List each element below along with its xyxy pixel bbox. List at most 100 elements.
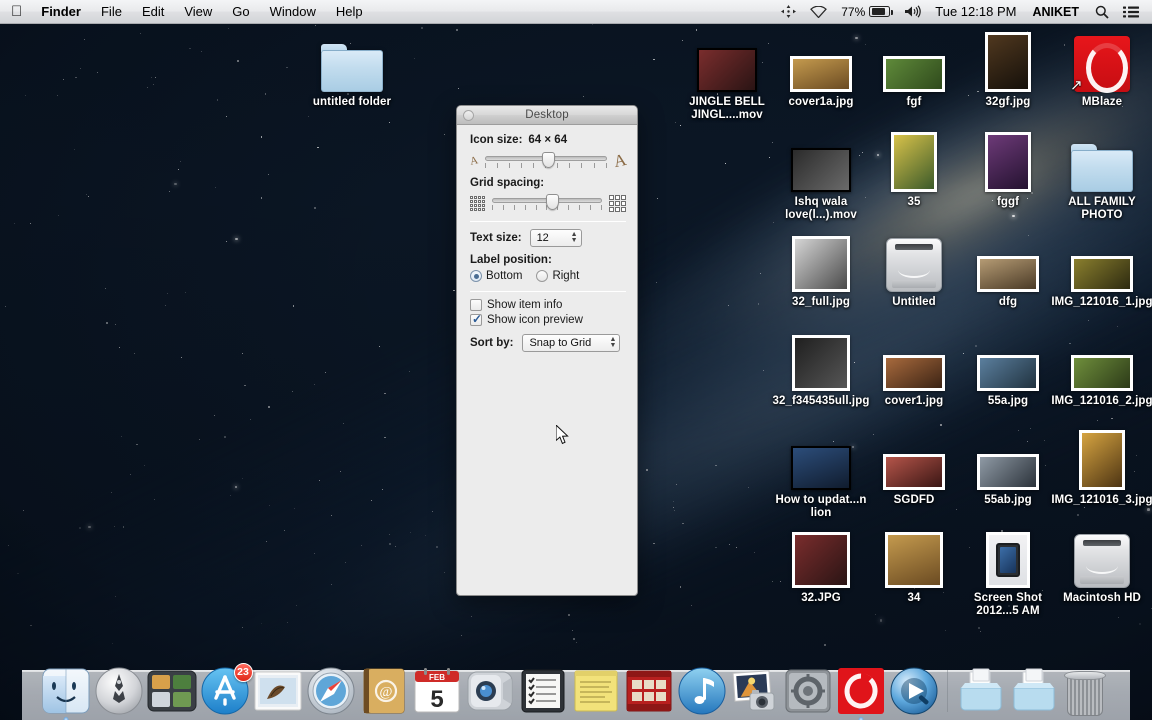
- show-item-info-checkbox[interactable]: [470, 299, 482, 311]
- desktop-icon[interactable]: Screen Shot 2012...5 AM: [956, 522, 1060, 618]
- desktop-icon[interactable]: IMG_121016_3.jpg: [1050, 424, 1152, 507]
- calendar-icon[interactable]: FEB5: [412, 666, 462, 716]
- desktop-icon[interactable]: 32_full.jpg: [769, 226, 873, 309]
- desktop-icon[interactable]: fggf: [956, 126, 1060, 209]
- desktop-icon[interactable]: IMG_121016_1.jpg: [1050, 226, 1152, 309]
- iphoto-icon[interactable]: [730, 666, 780, 716]
- icon-size-slider-row[interactable]: A A: [470, 151, 626, 171]
- desktop-icon[interactable]: 32_f345435ull.jpg: [769, 325, 873, 408]
- show-icon-preview-label[interactable]: Show icon preview: [487, 314, 583, 326]
- label-position-right-radio[interactable]: [536, 270, 548, 282]
- desktop-icon[interactable]: fgf: [862, 26, 966, 109]
- desktop-icon[interactable]: JINGLE BELL JINGL....mov: [675, 26, 779, 122]
- grid-spacing-slider-row[interactable]: [470, 194, 626, 212]
- desktop-icon[interactable]: How to updat...n lion: [769, 424, 873, 520]
- mblaze-icon[interactable]: [836, 666, 886, 716]
- desktop-icon[interactable]: 55a.jpg: [956, 325, 1060, 408]
- desktop-icon[interactable]: Ishq wala love(l...).mov: [769, 126, 873, 222]
- battery-icon[interactable]: [869, 6, 897, 17]
- desktop-icon[interactable]: 35: [862, 126, 966, 209]
- apple-menu-icon[interactable]: : [11, 4, 22, 19]
- volume-icon[interactable]: [897, 5, 928, 18]
- label-position-bottom-label[interactable]: Bottom: [486, 270, 522, 282]
- trash-icon[interactable]: [1062, 666, 1112, 716]
- displays-icon[interactable]: [774, 5, 803, 18]
- photo-thumbnail-icon: [885, 522, 943, 588]
- notification-center-icon[interactable]: [1116, 6, 1146, 18]
- show-icon-preview-checkbox[interactable]: [470, 314, 482, 326]
- desktop-icon[interactable]: dfg: [956, 226, 1060, 309]
- show-item-info-row[interactable]: Show item info: [470, 299, 626, 311]
- grid-spacing-slider-knob[interactable]: [546, 194, 559, 210]
- dock-separator: [947, 670, 948, 712]
- menu-item-file[interactable]: File: [91, 0, 132, 24]
- safari-icon[interactable]: [306, 666, 356, 716]
- movie-thumbnail-icon: [791, 126, 851, 192]
- mail-icon[interactable]: [253, 666, 303, 716]
- desktop-icon-label: fggf: [997, 196, 1019, 209]
- desktop-icon[interactable]: SGDFD: [862, 424, 966, 507]
- quicktime-icon[interactable]: [889, 666, 939, 716]
- itunes-icon[interactable]: [677, 666, 727, 716]
- menu-item-view[interactable]: View: [174, 0, 222, 24]
- wifi-icon[interactable]: [803, 6, 834, 18]
- window-title-bar[interactable]: Desktop: [457, 106, 637, 125]
- imovie-icon[interactable]: [624, 666, 674, 716]
- screenshot-thumbnail-icon: [986, 522, 1030, 588]
- desktop-icon[interactable]: untitled folder: [300, 26, 404, 109]
- close-button[interactable]: [463, 110, 474, 121]
- desktop-icon[interactable]: cover1.jpg: [862, 325, 966, 408]
- text-size-select[interactable]: 101112131416: [530, 229, 582, 247]
- icon-size-slider[interactable]: [485, 152, 607, 170]
- desktop-icon-label: cover1.jpg: [885, 395, 944, 408]
- label-position-right-label[interactable]: Right: [552, 270, 579, 282]
- desktop-icon[interactable]: 34: [862, 522, 966, 605]
- system-preferences-icon[interactable]: [783, 666, 833, 716]
- mission-control-icon[interactable]: [147, 666, 197, 716]
- menu-item-go[interactable]: Go: [222, 0, 259, 24]
- facetime-icon[interactable]: [465, 666, 515, 716]
- menu-bar-clock[interactable]: Tue 12:18 PM: [928, 0, 1023, 24]
- trash-can[interactable]: [1062, 666, 1108, 716]
- spotlight-search-icon[interactable]: [1088, 5, 1116, 19]
- downloads-stack-icon[interactable]: [1009, 666, 1059, 716]
- desktop-icon[interactable]: Untitled: [862, 226, 966, 309]
- desktop-icon[interactable]: Macintosh HD: [1050, 522, 1152, 605]
- documents-stack-icon[interactable]: [956, 666, 1006, 716]
- show-item-info-label[interactable]: Show item info: [487, 299, 562, 311]
- finder-icon[interactable]: [41, 666, 91, 716]
- desktop-icon[interactable]: ↗MBlaze: [1050, 26, 1152, 109]
- desktop-view-options-window[interactable]: Desktop Icon size: 64 × 64 A A Grid spac…: [456, 105, 638, 596]
- desktop-icon[interactable]: ALL FAMILY PHOTO: [1050, 126, 1152, 222]
- small-icon-indicator-icon: A: [469, 154, 479, 167]
- desktop-icon[interactable]: 32gf.jpg: [956, 26, 1060, 109]
- desktop-icon-label: 32.JPG: [801, 592, 841, 605]
- menu-item-edit[interactable]: Edit: [132, 0, 174, 24]
- desktop-icon[interactable]: cover1a.jpg: [769, 26, 873, 109]
- desktop-icon-label: 34: [908, 592, 921, 605]
- menu-bar:  Finder File Edit View Go Window Help 7…: [0, 0, 1152, 24]
- notes-icon[interactable]: [571, 666, 621, 716]
- photo-thumbnail-icon: [792, 226, 850, 292]
- desktop-icon[interactable]: 55ab.jpg: [956, 424, 1060, 507]
- app-store-icon[interactable]: 23: [200, 666, 250, 716]
- show-icon-preview-row[interactable]: Show icon preview: [470, 314, 626, 326]
- grid-spacing-label: Grid spacing:: [470, 177, 544, 189]
- grid-spacing-slider[interactable]: [492, 194, 602, 212]
- label-position-bottom-radio[interactable]: [470, 270, 482, 282]
- contacts-icon[interactable]: @: [359, 666, 409, 716]
- photo-thumbnail-icon: [883, 26, 945, 92]
- desktop-icon-label: Ishq wala love(l...).mov: [769, 196, 873, 222]
- launchpad-icon[interactable]: [94, 666, 144, 716]
- reminders-icon[interactable]: [518, 666, 568, 716]
- fast-user-switch-label[interactable]: ANIKET: [1023, 0, 1088, 24]
- desktop-icon-label: IMG_121016_1.jpg: [1051, 296, 1152, 309]
- desktop-icon[interactable]: IMG_121016_2.jpg: [1050, 325, 1152, 408]
- menu-item-help[interactable]: Help: [326, 0, 373, 24]
- desktop-icon[interactable]: 32.JPG: [769, 522, 873, 605]
- menu-item-finder[interactable]: Finder: [31, 0, 91, 24]
- sort-by-select[interactable]: NoneSnap to GridNameKindDate ModifiedSiz…: [522, 334, 620, 352]
- sort-by-row: Sort by: NoneSnap to GridNameKindDate Mo…: [470, 334, 626, 352]
- sparse-grid-indicator-icon: [609, 195, 626, 212]
- menu-item-window[interactable]: Window: [260, 0, 326, 24]
